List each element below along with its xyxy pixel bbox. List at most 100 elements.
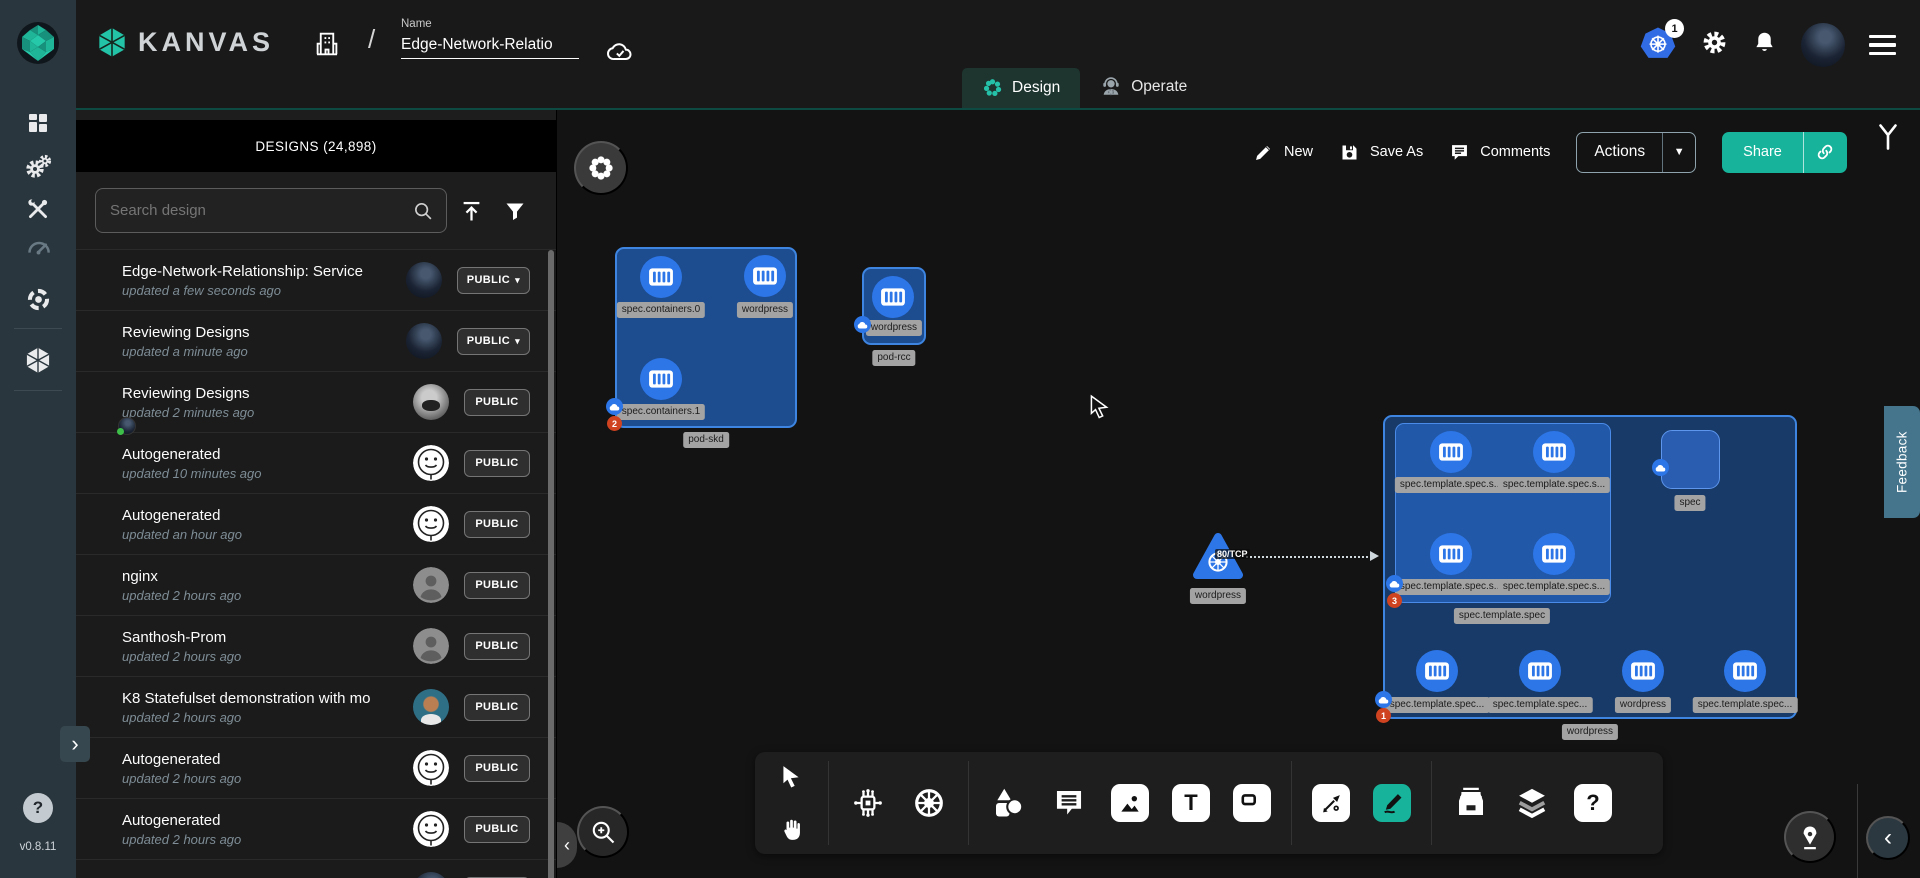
components-tool-button[interactable]: [842, 759, 894, 847]
design-name-input[interactable]: [401, 34, 579, 59]
visibility-button[interactable]: PUBLIC: [464, 633, 530, 660]
container-node[interactable]: [1533, 533, 1575, 575]
cloud-badge-icon: [1386, 575, 1403, 592]
image-tool-button[interactable]: [1104, 759, 1156, 847]
container-node[interactable]: [1533, 431, 1575, 473]
group-node-template-spec[interactable]: [1395, 423, 1611, 603]
design-title: Autogenerated: [122, 812, 403, 829]
menu-button[interactable]: [1869, 35, 1896, 56]
container-node[interactable]: [1724, 650, 1766, 692]
list-item[interactable]: nginx updated 2 hours ago PUBLIC: [76, 554, 556, 615]
sidebar-item-extensions[interactable]: [19, 283, 57, 315]
visibility-button[interactable]: PUBLIC: [464, 450, 530, 477]
node-label: spec.template.spec.s...: [1395, 477, 1507, 493]
pan-tool-button[interactable]: [767, 817, 815, 842]
container-node[interactable]: [640, 256, 682, 298]
container-node[interactable]: [744, 255, 786, 297]
visibility-button[interactable]: PUBLIC: [464, 511, 530, 538]
cloud-badge-icon: [1375, 691, 1392, 708]
feedback-button[interactable]: Feedback: [1884, 406, 1920, 518]
visibility-button[interactable]: PUBLIC: [464, 816, 530, 843]
container-node[interactable]: [1519, 650, 1561, 692]
visibility-button[interactable]: PUBLIC: [464, 572, 530, 599]
list-item[interactable]: Reviewing Designs updated a minute ago P…: [76, 310, 556, 371]
list-item[interactable]: Autogenerated updated 2 hours ago PUBLIC: [76, 798, 556, 859]
visibility-label: PUBLIC: [475, 762, 518, 774]
help-button[interactable]: ?: [23, 793, 53, 823]
collapse-right-button[interactable]: ‹: [1866, 816, 1910, 860]
filter-button[interactable]: [498, 194, 532, 228]
sidebar-item-configuration[interactable]: [19, 193, 57, 225]
save-as-label: Save As: [1370, 144, 1423, 160]
actions-button[interactable]: Actions ▼: [1576, 132, 1696, 173]
feedback-label: Feedback: [1895, 431, 1910, 493]
visibility-button[interactable]: PUBLIC ▾: [457, 328, 530, 355]
design-title: Edge-Network-Relationship: Service: [122, 263, 396, 280]
design-updated: updated an hour ago: [122, 527, 403, 542]
layers-tool-button[interactable]: [1506, 759, 1558, 847]
panel-dock-toggle-button[interactable]: [574, 141, 628, 195]
visibility-button[interactable]: PUBLIC: [464, 755, 530, 782]
list-item[interactable]: Autogenerated updated an hour ago PUBLIC: [76, 493, 556, 554]
comment-tool-button[interactable]: [1043, 759, 1095, 847]
drawer-tool-button[interactable]: [1445, 759, 1497, 847]
pen-mode-button[interactable]: [1784, 811, 1836, 863]
shapes-tool-button[interactable]: [982, 759, 1034, 847]
meshery-logo[interactable]: [16, 21, 60, 70]
save-as-button[interactable]: Save As: [1339, 142, 1423, 163]
settings-button[interactable]: [1701, 29, 1728, 61]
container-node[interactable]: [1430, 431, 1472, 473]
sidebar-item-lifecycle[interactable]: [19, 150, 57, 182]
share-button[interactable]: Share: [1722, 132, 1847, 173]
kubernetes-context-button[interactable]: 1: [1639, 26, 1677, 64]
spec-node[interactable]: [1661, 430, 1720, 489]
container-node[interactable]: [872, 276, 914, 318]
list-item[interactable]: Autogenerated updated 2 hours ago PUBLIC: [76, 737, 556, 798]
tab-design[interactable]: Design: [962, 68, 1080, 108]
edge-tool-button[interactable]: [1305, 759, 1357, 847]
note-tool-button[interactable]: [1226, 759, 1278, 847]
organization-icon[interactable]: [312, 28, 342, 63]
sidebar-item-dashboard[interactable]: [19, 107, 57, 139]
visibility-button[interactable]: PUBLIC: [464, 389, 530, 416]
help-tool-button[interactable]: ?: [1567, 759, 1619, 847]
freehand-draw-tool-button[interactable]: [1366, 759, 1418, 847]
service-node[interactable]: [1192, 532, 1244, 587]
new-design-button[interactable]: New: [1253, 142, 1313, 163]
experimental-flask-button[interactable]: [1876, 122, 1900, 157]
tools-icon: [25, 196, 51, 222]
import-design-button[interactable]: [454, 194, 488, 228]
notifications-button[interactable]: [1752, 30, 1777, 60]
visibility-label: PUBLIC: [475, 640, 518, 652]
search-input[interactable]: [110, 202, 412, 219]
zoom-in-button[interactable]: [577, 806, 629, 858]
sidebar-item-kanvas[interactable]: [19, 344, 57, 376]
container-node[interactable]: [1416, 650, 1458, 692]
text-tool-button[interactable]: T: [1165, 759, 1217, 847]
list-item[interactable]: PUBLIC: [76, 859, 556, 878]
group-label: spec.template.spec: [1454, 608, 1550, 624]
actions-dropdown-toggle[interactable]: ▼: [1662, 133, 1695, 172]
list-item[interactable]: Reviewing Designs updated 2 minutes ago …: [76, 371, 556, 432]
user-avatar[interactable]: [1801, 23, 1845, 67]
list-scrollbar[interactable]: [548, 250, 554, 878]
expand-sidebar-button[interactable]: ›: [60, 726, 90, 762]
list-item[interactable]: Edge-Network-Relationship: Service updat…: [76, 249, 556, 310]
list-item[interactable]: Santhosh-Prom updated 2 hours ago PUBLIC: [76, 615, 556, 676]
collapse-panel-button[interactable]: ‹: [557, 822, 577, 868]
container-node[interactable]: [1430, 533, 1472, 575]
copy-link-button[interactable]: [1803, 132, 1847, 173]
list-item[interactable]: K8 Statefulset demonstration with mo upd…: [76, 676, 556, 737]
kubernetes-tool-button[interactable]: [903, 759, 955, 847]
container-node[interactable]: [1622, 650, 1664, 692]
tab-operate[interactable]: Operate: [1080, 67, 1207, 108]
sidebar-item-performance[interactable]: [19, 231, 57, 263]
visibility-button[interactable]: PUBLIC: [464, 694, 530, 721]
visibility-button[interactable]: PUBLIC ▾: [457, 267, 530, 294]
container-node[interactable]: [640, 358, 682, 400]
comments-button[interactable]: Comments: [1449, 142, 1550, 163]
group-label: wordpress: [1562, 724, 1618, 740]
select-tool-button[interactable]: [767, 764, 815, 790]
node-label: wordpress: [737, 302, 793, 318]
list-item[interactable]: Autogenerated updated 10 minutes ago PUB…: [76, 432, 556, 493]
